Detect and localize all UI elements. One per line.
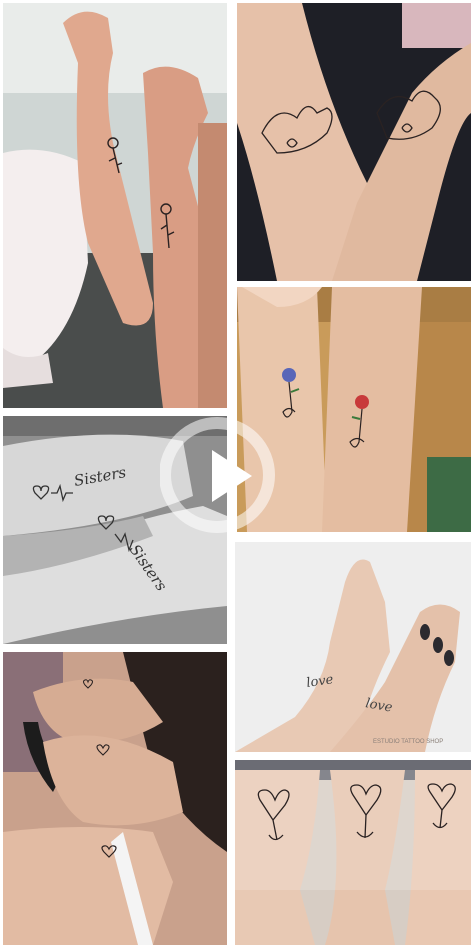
tile-rose-wrist-tattoos[interactable]	[3, 3, 227, 408]
pinky-promise-photo	[237, 3, 471, 281]
tile-love-script-tattoos[interactable]: love love ESTUDIO TATTOO SHOP	[235, 542, 471, 752]
shoulder-hearts-photo	[3, 652, 227, 945]
tile-shoulder-heart-tattoos[interactable]	[3, 652, 227, 945]
watermark: ESTUDIO TATTOO SHOP	[373, 739, 443, 745]
rose-wrist-photo	[3, 3, 227, 408]
tile-heart-anchor-leg-tattoos[interactable]	[235, 760, 471, 945]
heart-anchor-legs-photo	[235, 760, 471, 945]
love-script-photo: love love ESTUDIO TATTOO SHOP	[235, 542, 471, 752]
play-icon[interactable]	[159, 410, 275, 540]
tile-pinky-promise-tattoos[interactable]	[237, 3, 471, 281]
